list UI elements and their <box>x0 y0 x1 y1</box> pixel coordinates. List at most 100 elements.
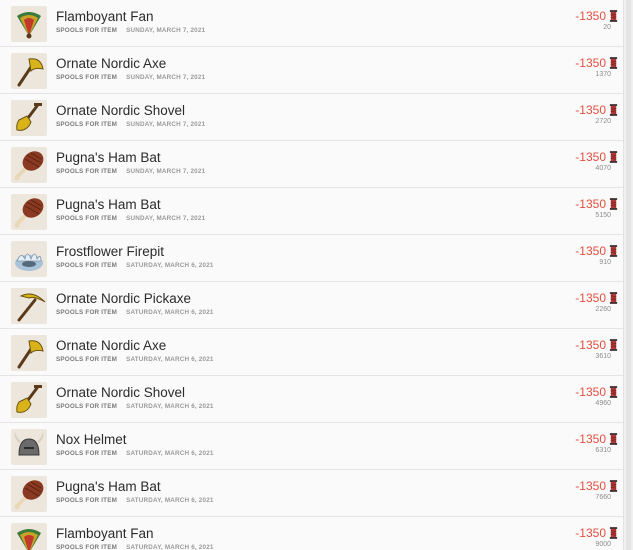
transaction-type: SPOOLS FOR ITEM <box>56 74 118 81</box>
spool-icon <box>609 339 618 351</box>
spool-amount: -1350 <box>575 244 606 258</box>
ham-bat-icon <box>11 147 47 183</box>
spool-balance: 9000 <box>595 541 611 548</box>
spool-icon <box>609 104 618 116</box>
item-name: Ornate Nordic Axe <box>56 338 167 353</box>
item-name: Flamboyant Fan <box>56 9 154 24</box>
spool-balance: 1370 <box>595 71 611 78</box>
spool-amount: -1350 <box>575 432 606 446</box>
spool-icon <box>609 386 618 398</box>
spool-amount: -1350 <box>575 479 606 493</box>
transaction-row[interactable]: Ornate Nordic Pickaxe SPOOLS FOR ITEM SAT… <box>0 282 624 329</box>
transaction-row[interactable]: Flamboyant Fan SPOOLS FOR ITEM SATURDAY, … <box>0 517 624 550</box>
transaction-type: SPOOLS FOR ITEM <box>56 497 118 504</box>
spool-balance: 2260 <box>595 306 611 313</box>
transaction-row[interactable]: Frostflower Firepit SPOOLS FOR ITEM SATUR… <box>0 235 624 282</box>
item-name: Pugna's Ham Bat <box>56 150 161 165</box>
spool-amount: -1350 <box>575 338 606 352</box>
transaction-list: Flamboyant Fan SPOOLS FOR ITEM SUNDAY, MA… <box>0 0 624 550</box>
transaction-type: SPOOLS FOR ITEM <box>56 450 118 457</box>
item-name: Ornate Nordic Shovel <box>56 385 186 400</box>
transaction-date: SATURDAY, MARCH 6, 2021 <box>126 497 214 504</box>
transaction-type: SPOOLS FOR ITEM <box>56 262 118 269</box>
transaction-type: SPOOLS FOR ITEM <box>56 309 118 316</box>
transaction-row[interactable]: Flamboyant Fan SPOOLS FOR ITEM SUNDAY, MA… <box>0 0 624 47</box>
spool-icon <box>609 480 618 492</box>
shovel-icon <box>11 382 47 418</box>
spool-icon <box>609 151 618 163</box>
helmet-icon <box>11 429 47 465</box>
fan-icon <box>11 523 47 550</box>
transaction-type: SPOOLS FOR ITEM <box>56 215 118 222</box>
spool-balance: 6310 <box>595 447 611 454</box>
spool-amount: -1350 <box>575 150 606 164</box>
transaction-row[interactable]: Pugna's Ham Bat SPOOLS FOR ITEM SUNDAY, M… <box>0 141 624 188</box>
spool-balance: 4960 <box>595 400 611 407</box>
spool-icon <box>609 433 618 445</box>
axe-icon <box>11 335 47 371</box>
spool-balance: 910 <box>599 259 611 266</box>
transaction-row[interactable]: Pugna's Ham Bat SPOOLS FOR ITEM SATURDAY,… <box>0 470 624 517</box>
spool-balance: 7660 <box>595 494 611 501</box>
spool-amount: -1350 <box>575 56 606 70</box>
transaction-type: SPOOLS FOR ITEM <box>56 356 118 363</box>
spool-transaction-history: Flamboyant Fan SPOOLS FOR ITEM SUNDAY, MA… <box>0 0 633 550</box>
spool-icon <box>609 292 618 304</box>
spool-balance: 2720 <box>595 118 611 125</box>
spool-amount: -1350 <box>575 197 606 211</box>
spool-amount: -1350 <box>575 526 606 540</box>
item-name: Nox Helmet <box>56 432 127 447</box>
transaction-row[interactable]: Pugna's Ham Bat SPOOLS FOR ITEM SUNDAY, M… <box>0 188 624 235</box>
axe-icon <box>11 53 47 89</box>
transaction-date: SUNDAY, MARCH 7, 2021 <box>126 168 206 175</box>
transaction-row[interactable]: Ornate Nordic Axe SPOOLS FOR ITEM SUNDAY,… <box>0 47 624 94</box>
spool-icon <box>609 527 618 539</box>
transaction-date: SATURDAY, MARCH 6, 2021 <box>126 544 214 550</box>
transaction-date: SATURDAY, MARCH 6, 2021 <box>126 309 214 316</box>
item-name: Ornate Nordic Axe <box>56 56 167 71</box>
transaction-date: SUNDAY, MARCH 7, 2021 <box>126 74 206 81</box>
transaction-type: SPOOLS FOR ITEM <box>56 168 118 175</box>
transaction-date: SATURDAY, MARCH 6, 2021 <box>126 450 214 457</box>
transaction-date: SATURDAY, MARCH 6, 2021 <box>126 403 214 410</box>
transaction-date: SUNDAY, MARCH 7, 2021 <box>126 121 206 128</box>
transaction-type: SPOOLS FOR ITEM <box>56 544 118 550</box>
transaction-type: SPOOLS FOR ITEM <box>56 121 118 128</box>
spool-icon <box>609 57 618 69</box>
transaction-date: SATURDAY, MARCH 6, 2021 <box>126 356 214 363</box>
transaction-date: SUNDAY, MARCH 7, 2021 <box>126 215 206 222</box>
transaction-date: SUNDAY, MARCH 7, 2021 <box>126 27 206 34</box>
item-name: Flamboyant Fan <box>56 526 154 541</box>
scrollbar[interactable] <box>623 0 633 550</box>
ham-bat-icon <box>11 194 47 230</box>
firepit-icon <box>11 241 47 277</box>
item-name: Ornate Nordic Pickaxe <box>56 291 192 306</box>
fan-icon <box>11 6 47 42</box>
shovel-icon <box>11 100 47 136</box>
scrollbar-thumb[interactable] <box>626 0 631 550</box>
spool-amount: -1350 <box>575 291 606 305</box>
transaction-type: SPOOLS FOR ITEM <box>56 27 118 34</box>
spool-icon <box>609 245 618 257</box>
item-name: Pugna's Ham Bat <box>56 479 161 494</box>
spool-amount: -1350 <box>575 385 606 399</box>
transaction-row[interactable]: Nox Helmet SPOOLS FOR ITEM SATURDAY, MARC… <box>0 423 624 470</box>
transaction-row[interactable]: Ornate Nordic Shovel SPOOLS FOR ITEM SUND… <box>0 94 624 141</box>
spool-balance: 4070 <box>595 165 611 172</box>
spool-balance: 3610 <box>595 353 611 360</box>
transaction-row[interactable]: Ornate Nordic Axe SPOOLS FOR ITEM SATURDA… <box>0 329 624 376</box>
pickaxe-icon <box>11 288 47 324</box>
transaction-row[interactable]: Ornate Nordic Shovel SPOOLS FOR ITEM SATU… <box>0 376 624 423</box>
spool-balance: 20 <box>603 24 611 31</box>
transaction-type: SPOOLS FOR ITEM <box>56 403 118 410</box>
item-name: Frostflower Firepit <box>56 244 165 259</box>
spool-icon <box>609 198 618 210</box>
spool-amount: -1350 <box>575 9 606 23</box>
item-name: Ornate Nordic Shovel <box>56 103 186 118</box>
transaction-date: SATURDAY, MARCH 6, 2021 <box>126 262 214 269</box>
spool-balance: 5150 <box>595 212 611 219</box>
spool-icon <box>609 10 618 22</box>
ham-bat-icon <box>11 476 47 512</box>
spool-amount: -1350 <box>575 103 606 117</box>
item-name: Pugna's Ham Bat <box>56 197 161 212</box>
